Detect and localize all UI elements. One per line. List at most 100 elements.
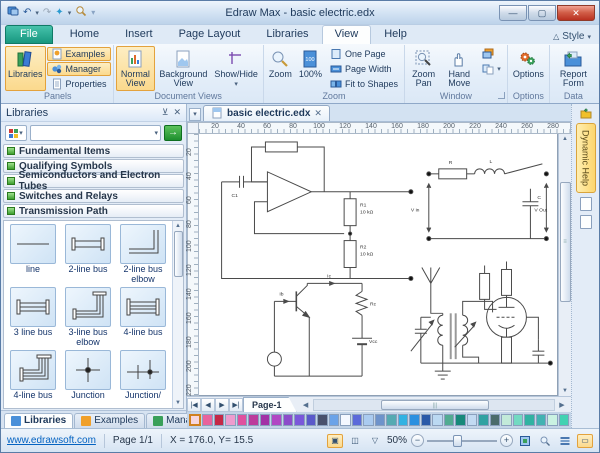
help-folder-icon[interactable] bbox=[580, 107, 592, 119]
color-swatch[interactable] bbox=[478, 414, 488, 426]
color-swatch[interactable] bbox=[547, 414, 557, 426]
first-page-button[interactable]: |◀ bbox=[187, 398, 201, 412]
color-swatch[interactable] bbox=[214, 414, 224, 426]
minimize-ribbon-icon[interactable]: △ bbox=[553, 32, 559, 41]
panel-tab-examples[interactable]: Examples bbox=[74, 413, 145, 428]
color-swatch[interactable] bbox=[237, 414, 247, 426]
help-page-icon[interactable] bbox=[580, 197, 592, 211]
scroll-up-icon[interactable]: ▲ bbox=[175, 221, 181, 231]
color-swatch[interactable] bbox=[260, 414, 270, 426]
color-swatch[interactable] bbox=[189, 414, 201, 426]
color-swatch[interactable] bbox=[225, 414, 235, 426]
color-swatch[interactable] bbox=[467, 414, 477, 426]
color-swatch[interactable] bbox=[363, 414, 373, 426]
show-hide-dropdown-icon[interactable]: ▾ bbox=[234, 81, 238, 88]
color-swatch[interactable] bbox=[329, 414, 339, 426]
library-section-fundamental-items[interactable]: Fundamental Items bbox=[3, 144, 184, 158]
cascade-windows-button[interactable] bbox=[478, 47, 505, 61]
undo-dropdown-icon[interactable]: ▾ bbox=[34, 9, 40, 17]
zoom-pan-button[interactable]: Zoom Pan bbox=[407, 46, 440, 91]
library-section-transmission-path[interactable]: Transmission Path bbox=[3, 204, 184, 218]
edrawsoft-link[interactable]: www.edrawsoft.com bbox=[7, 435, 96, 446]
color-swatch[interactable] bbox=[340, 414, 350, 426]
zoom-out-icon[interactable]: − bbox=[411, 434, 424, 447]
zoom-find-icon[interactable] bbox=[537, 434, 553, 448]
library-go-button[interactable]: → bbox=[164, 125, 182, 141]
panel-close-icon[interactable]: ✕ bbox=[173, 107, 181, 118]
symbol-junction-[interactable]: Junction/ bbox=[117, 350, 169, 401]
symbol-junction[interactable]: Junction bbox=[62, 350, 114, 401]
canvas-scroll-up-icon[interactable]: ▲ bbox=[562, 134, 568, 144]
report-form-button[interactable]: Report Form bbox=[552, 46, 595, 91]
symbol-2-line-bus-elbow[interactable]: 2-line bus elbow bbox=[117, 224, 169, 285]
color-swatch[interactable] bbox=[513, 414, 523, 426]
symbol-2-line-bus[interactable]: 2-line bus bbox=[62, 224, 114, 285]
last-page-button[interactable]: ▶| bbox=[229, 398, 243, 412]
qat-overflow-icon[interactable]: ▾ bbox=[90, 8, 96, 17]
library-section-semiconductors-and-electron-tubes[interactable]: Semiconductors and Electron Tubes bbox=[3, 174, 184, 188]
window-dialog-launcher-icon[interactable] bbox=[498, 92, 505, 99]
libraries-button[interactable]: Libraries bbox=[5, 46, 46, 91]
canvas-scroll-thumb[interactable]: ≡ bbox=[560, 182, 571, 302]
ribbon-tab-page-layout[interactable]: Page Layout bbox=[166, 25, 254, 44]
hand-move-button[interactable]: Hand Move bbox=[441, 46, 477, 91]
prev-page-button[interactable]: ◀ bbox=[201, 398, 215, 412]
color-swatch[interactable] bbox=[409, 414, 419, 426]
arrange-windows-button[interactable]: ▾ bbox=[478, 62, 505, 76]
library-menu-button[interactable]: ▾ bbox=[5, 125, 27, 141]
color-swatch[interactable] bbox=[306, 414, 316, 426]
fit-to-shapes-button[interactable]: Fit to Shapes bbox=[326, 77, 402, 91]
panel-tab-libraries[interactable]: Libraries bbox=[4, 413, 73, 428]
symbol-4-line-bus[interactable]: 4-line bus bbox=[7, 350, 59, 401]
ribbon-tab-libraries[interactable]: Libraries bbox=[253, 25, 321, 44]
show-hide-button[interactable]: Show/Hide ▾ bbox=[211, 46, 261, 91]
symbol-line[interactable]: line bbox=[7, 224, 59, 285]
library-search-combobox[interactable]: ▾ bbox=[30, 125, 161, 141]
options-button[interactable]: Options bbox=[510, 46, 547, 91]
normal-view-mode-icon[interactable]: ▣ bbox=[327, 434, 343, 448]
color-swatch[interactable] bbox=[294, 414, 304, 426]
tab-close-icon[interactable]: ✕ bbox=[314, 108, 322, 119]
style-dropdown-icon[interactable]: ▾ bbox=[587, 33, 591, 41]
canvas-scroll-right-icon[interactable]: ▶ bbox=[555, 401, 569, 409]
properties-button[interactable]: Properties bbox=[47, 77, 111, 91]
color-swatch[interactable] bbox=[559, 414, 569, 426]
examples-button[interactable]: Examples bbox=[47, 47, 111, 61]
symbol-4-line-bus[interactable]: 4-line bus bbox=[117, 287, 169, 348]
canvas-scroll-left-icon[interactable]: ◀ bbox=[299, 401, 313, 409]
minimize-button[interactable]: — bbox=[499, 5, 527, 21]
zoom-slider[interactable]: − + bbox=[411, 434, 513, 447]
color-swatch[interactable] bbox=[386, 414, 396, 426]
zoom-button[interactable]: Zoom bbox=[266, 46, 295, 91]
color-swatch[interactable] bbox=[202, 414, 212, 426]
arrange-windows-dropdown-icon[interactable]: ▾ bbox=[497, 65, 501, 73]
background-view-button[interactable]: Background View bbox=[156, 46, 210, 91]
ribbon-tab-home[interactable]: Home bbox=[57, 25, 112, 44]
color-swatch[interactable] bbox=[501, 414, 511, 426]
undo-icon[interactable]: ↶ bbox=[22, 7, 32, 18]
find-icon[interactable] bbox=[74, 5, 88, 20]
library-scrollbar[interactable]: ▲ ▼ bbox=[172, 221, 183, 408]
manager-button[interactable]: Manager bbox=[47, 62, 111, 76]
color-swatch[interactable] bbox=[490, 414, 500, 426]
color-swatch[interactable] bbox=[524, 414, 534, 426]
next-page-button[interactable]: ▶ bbox=[215, 398, 229, 412]
canvas-hscroll-thumb[interactable]: ||| bbox=[381, 400, 489, 410]
maximize-button[interactable]: ▢ bbox=[528, 5, 556, 21]
zoom-slider-thumb[interactable] bbox=[453, 435, 462, 447]
color-swatch[interactable] bbox=[271, 414, 281, 426]
color-swatch[interactable] bbox=[317, 414, 327, 426]
color-swatch[interactable] bbox=[421, 414, 431, 426]
fit-page-icon[interactable] bbox=[517, 434, 533, 448]
page-tab[interactable]: Page-1 bbox=[243, 397, 297, 412]
zoom-100-button[interactable]: 100 100% bbox=[296, 46, 325, 91]
canvas-vertical-scrollbar[interactable]: ▲ ≡ ▼ bbox=[558, 134, 571, 396]
ribbon-tab-help[interactable]: Help bbox=[371, 25, 420, 44]
canvas-scroll-down-icon[interactable]: ▼ bbox=[562, 386, 568, 396]
normal-view-button[interactable]: Normal View bbox=[116, 46, 156, 91]
filter-icon[interactable]: ▽ bbox=[367, 434, 383, 448]
app-menu-icon[interactable] bbox=[6, 5, 20, 20]
scroll-down-icon[interactable]: ▼ bbox=[175, 398, 181, 408]
color-swatch[interactable] bbox=[444, 414, 454, 426]
full-screen-icon[interactable]: ▭ bbox=[577, 434, 593, 448]
